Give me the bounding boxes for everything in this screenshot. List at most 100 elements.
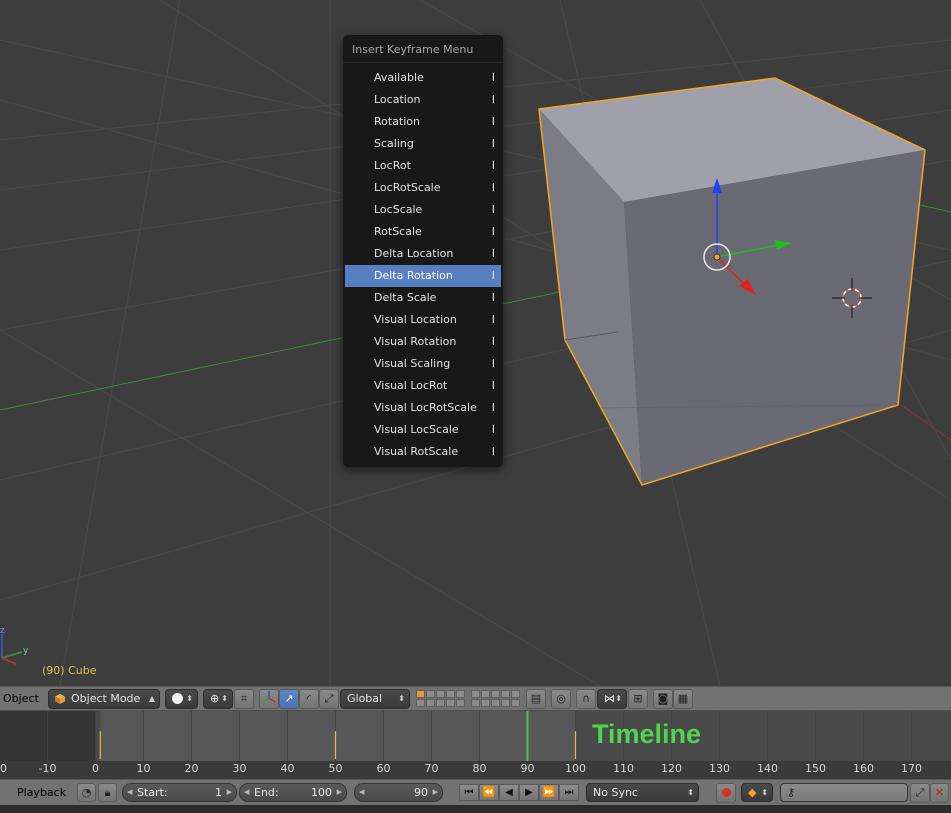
menu-item-shortcut: I bbox=[491, 423, 495, 436]
menu-item-delta-location[interactable]: Delta Location I bbox=[343, 243, 503, 265]
snap-target-icon[interactable]: ⊞ bbox=[628, 689, 648, 709]
render-layer-icon[interactable]: ◎ bbox=[551, 689, 571, 709]
menu-item-shortcut: I bbox=[491, 291, 495, 304]
menu-item-shortcut: I bbox=[491, 159, 495, 172]
mode-label: Object Mode bbox=[71, 692, 141, 705]
current-frame-field[interactable]: ◀ 90 ▶ bbox=[354, 783, 443, 802]
insert-keyframe-icon[interactable]: ⤢ bbox=[910, 783, 930, 803]
decrement-arrow-icon[interactable]: ◀ bbox=[244, 784, 249, 801]
snap-element-dropdown[interactable]: ⋈ ⬍ bbox=[597, 689, 627, 709]
menu-item-label: Delta Scale bbox=[374, 291, 437, 304]
gizmo-z-label: z bbox=[0, 626, 5, 636]
timeline-tick-label: 160 bbox=[853, 762, 874, 775]
updown-arrow-icon: ⬍ bbox=[221, 694, 228, 703]
delete-keyframe-icon[interactable]: ✕ bbox=[930, 783, 949, 803]
menu-item-visual-locrotscale[interactable]: Visual LocRotScale I bbox=[343, 397, 503, 419]
increment-arrow-icon[interactable]: ▶ bbox=[337, 784, 342, 801]
3d-view-header: Object Object Mode ▲ ⬍ ⊕ ⬍ ⌗ ↗ ◜ ⤢ Globa… bbox=[0, 686, 951, 711]
menu-item-label: RotScale bbox=[374, 225, 422, 238]
orientation-dropdown[interactable]: Global ⬍ bbox=[340, 689, 410, 709]
menu-item-rotscale[interactable]: RotScale I bbox=[343, 221, 503, 243]
snap-magnet-icon[interactable]: ∩ bbox=[576, 689, 596, 709]
timeline-editor[interactable]: 0 -10 0 10 20 30 40 50 60 70 80 90 100 110 120 130 140 15… bbox=[0, 711, 951, 779]
jump-end-icon[interactable]: ⏭ bbox=[559, 784, 579, 801]
timeline-tick-label: 140 bbox=[757, 762, 778, 775]
playback-menu[interactable]: Playback bbox=[17, 786, 66, 799]
menu-item-shortcut: I bbox=[491, 137, 495, 150]
menu-item-shortcut: I bbox=[491, 93, 495, 106]
updown-arrow-icon: ⬍ bbox=[761, 788, 768, 797]
start-value: 1 bbox=[215, 786, 222, 799]
proportional-icon[interactable]: ⌗ bbox=[234, 689, 254, 709]
camera-icon[interactable]: ◙ bbox=[653, 689, 673, 709]
menu-item-visual-locscale[interactable]: Visual LocScale I bbox=[343, 419, 503, 441]
timeline-tick-label: 40 bbox=[281, 762, 295, 775]
menu-item-locscale[interactable]: LocScale I bbox=[343, 199, 503, 221]
menu-item-visual-locrot[interactable]: Visual LocRot I bbox=[343, 375, 503, 397]
keying-set-field[interactable]: ⚷ bbox=[780, 783, 908, 802]
menu-item-visual-location[interactable]: Visual Location I bbox=[343, 309, 503, 331]
menu-title: Insert Keyframe Menu bbox=[343, 41, 503, 63]
menu-item-location[interactable]: Location I bbox=[343, 89, 503, 111]
menu-item-label: Visual LocRot bbox=[374, 379, 448, 392]
menu-item-rotation[interactable]: Rotation I bbox=[343, 111, 503, 133]
key-icon: ◆ bbox=[748, 786, 757, 799]
end-frame-field[interactable]: ◀ End: 100 ▶ bbox=[239, 783, 347, 802]
shading-dropdown[interactable]: ⬍ bbox=[165, 689, 198, 709]
updown-arrow-icon: ⬍ bbox=[687, 788, 694, 797]
layers-group-1[interactable] bbox=[416, 690, 465, 708]
menu-item-scaling[interactable]: Scaling I bbox=[343, 133, 503, 155]
mode-dropdown[interactable]: Object Mode ▲ bbox=[48, 689, 160, 709]
snap-element-icon: ⋈ bbox=[604, 692, 615, 705]
menu-item-shortcut: I bbox=[491, 445, 495, 458]
menu-item-shortcut: I bbox=[491, 203, 495, 216]
scale-icon[interactable]: ⤢ bbox=[319, 689, 339, 709]
increment-arrow-icon[interactable]: ▶ bbox=[227, 784, 232, 801]
menu-item-shortcut: I bbox=[491, 225, 495, 238]
menu-item-visual-scaling[interactable]: Visual Scaling I bbox=[343, 353, 503, 375]
decrement-arrow-icon[interactable]: ◀ bbox=[127, 784, 132, 801]
increment-arrow-icon[interactable]: ▶ bbox=[433, 784, 438, 801]
menu-item-visual-rotation[interactable]: Visual Rotation I bbox=[343, 331, 503, 353]
menu-item-visual-rotscale[interactable]: Visual RotScale I bbox=[343, 441, 503, 463]
menu-item-label: Visual Scaling bbox=[374, 357, 451, 370]
menu-item-locrotscale[interactable]: LocRotScale I bbox=[343, 177, 503, 199]
jump-start-icon[interactable]: ⏮ bbox=[459, 784, 479, 801]
timeline-tick-label: 50 bbox=[329, 762, 343, 775]
object-menu[interactable]: Object bbox=[3, 692, 39, 705]
timeline-tick-label: -10 bbox=[39, 762, 57, 775]
manipulator-toggle-icon[interactable] bbox=[259, 689, 279, 709]
menu-item-available[interactable]: Available I bbox=[343, 67, 503, 89]
lock-icon[interactable]: 🔒︎ bbox=[98, 783, 117, 802]
clapper-icon[interactable]: ▦ bbox=[673, 689, 693, 709]
timeline-tick-label: 150 bbox=[805, 762, 826, 775]
translate-icon[interactable]: ↗ bbox=[279, 689, 299, 709]
start-frame-field[interactable]: ◀ Start: 1 ▶ bbox=[122, 783, 237, 802]
rotate-icon[interactable]: ◜ bbox=[299, 689, 319, 709]
menu-item-delta-scale[interactable]: Delta Scale I bbox=[343, 287, 503, 309]
next-keyframe-icon[interactable]: ⏩ bbox=[539, 784, 559, 801]
timeline-tick-label: 170 bbox=[901, 762, 922, 775]
layers-group-2[interactable] bbox=[471, 690, 520, 708]
y-axis-line bbox=[0, 274, 641, 411]
insert-keyframe-menu: Insert Keyframe Menu Available I Location I… bbox=[343, 35, 503, 467]
record-icon[interactable] bbox=[716, 783, 736, 803]
keying-mode-dropdown[interactable]: ◆ ⬍ bbox=[741, 783, 773, 802]
preview-range-icon[interactable]: ◔ bbox=[77, 783, 96, 802]
decrement-arrow-icon[interactable]: ◀ bbox=[359, 784, 364, 801]
menu-item-label: Rotation bbox=[374, 115, 421, 128]
current-frame-value: 90 bbox=[414, 786, 428, 799]
cube-object[interactable] bbox=[538, 77, 926, 486]
timeline-tick-label: 80 bbox=[473, 762, 487, 775]
sync-dropdown[interactable]: No Sync ⬍ bbox=[586, 783, 699, 802]
timeline-canvas[interactable]: 0 -10 0 10 20 30 40 50 60 70 80 90 100 110 120 130 140 15… bbox=[0, 711, 951, 779]
menu-item-delta-rotation[interactable]: Delta Rotation I bbox=[345, 265, 501, 287]
menu-item-shortcut: I bbox=[491, 357, 495, 370]
prev-keyframe-icon[interactable]: ⏪ bbox=[479, 784, 499, 801]
play-icon[interactable]: ▶ bbox=[519, 784, 539, 801]
menu-item-locrot[interactable]: LocRot I bbox=[343, 155, 503, 177]
play-reverse-icon[interactable]: ◀ bbox=[499, 784, 519, 801]
pivot-dropdown[interactable]: ⊕ ⬍ bbox=[203, 689, 233, 709]
menu-item-label: Available bbox=[374, 71, 424, 84]
lock-layers-icon[interactable]: ▤ bbox=[526, 689, 546, 709]
